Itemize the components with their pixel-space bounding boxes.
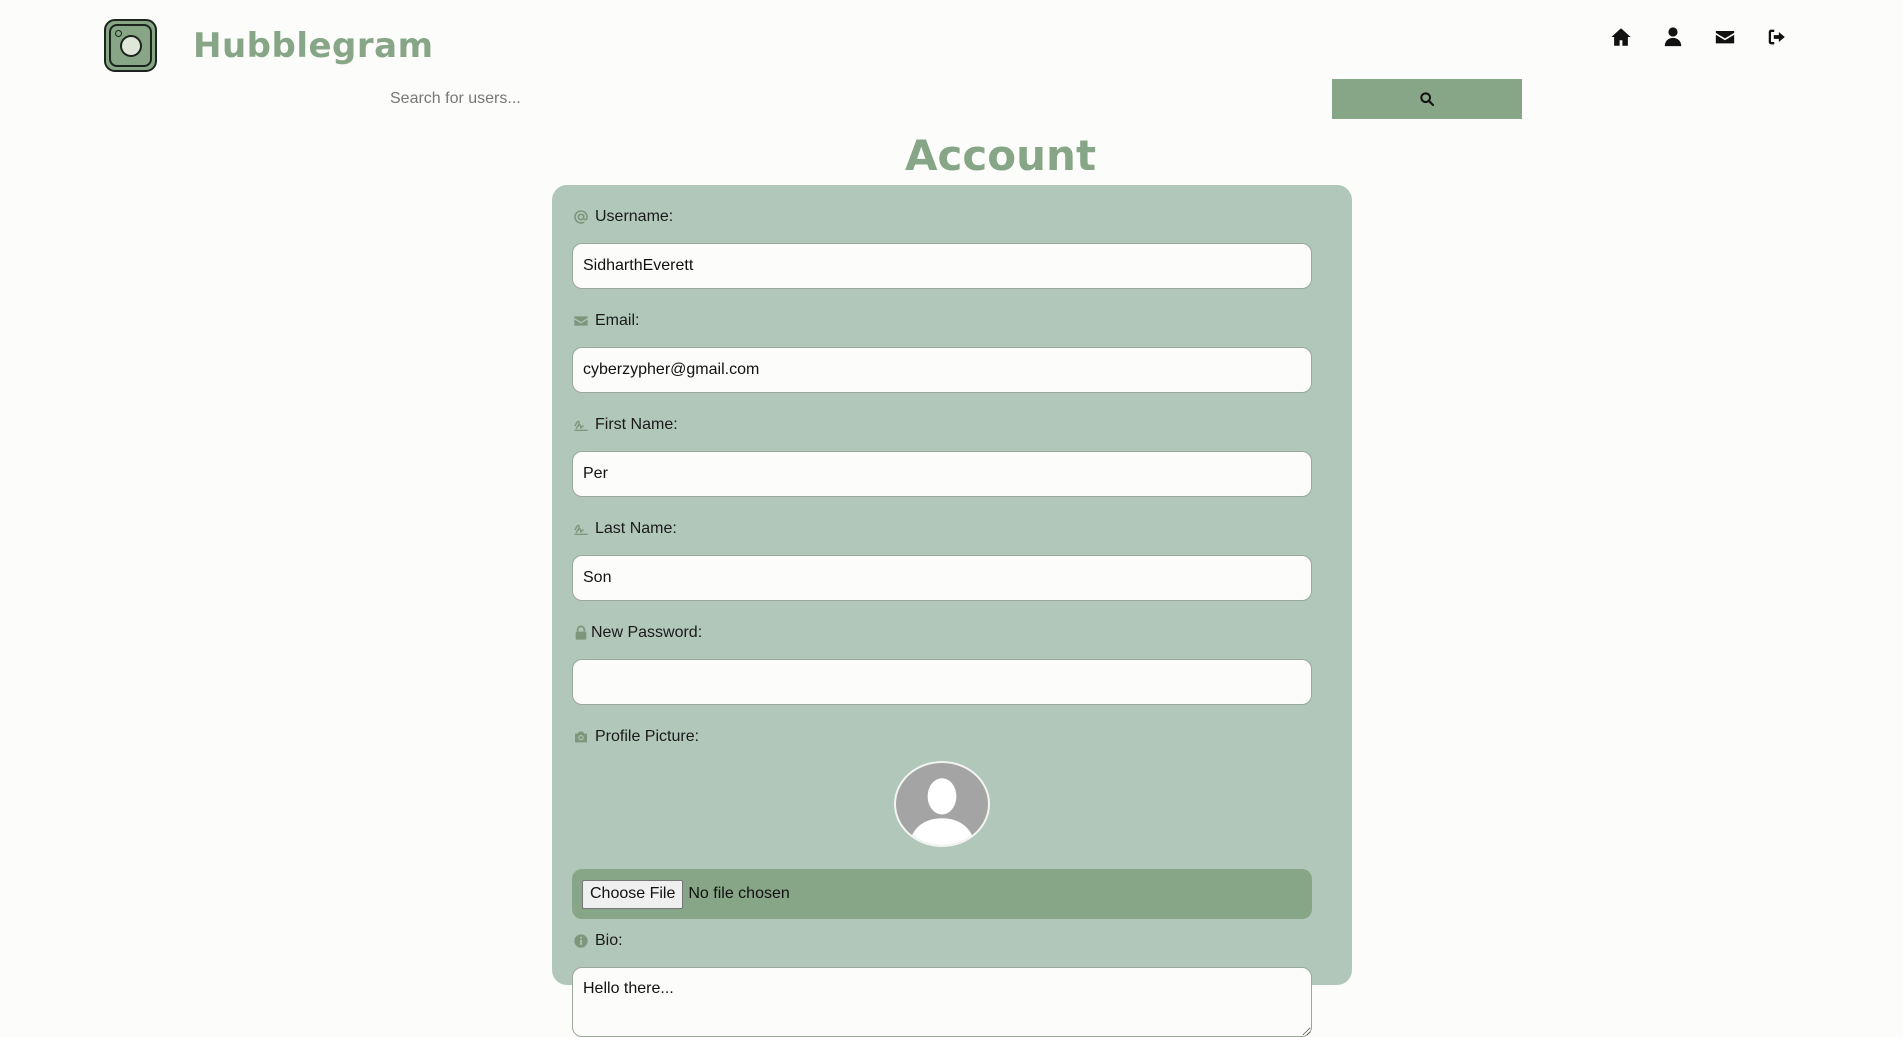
- bio-field[interactable]: Hello there...: [572, 967, 1312, 1037]
- sign-out-icon[interactable]: [1766, 26, 1788, 48]
- brand-name[interactable]: Hubblegram: [193, 26, 434, 66]
- search-bar: [376, 79, 1522, 119]
- bio-label: Bio:: [572, 931, 1312, 951]
- logo[interactable]: [104, 19, 157, 72]
- info-circle-icon: [572, 933, 589, 949]
- email-label-text: Email:: [595, 312, 640, 329]
- new-password-label-text: New Password:: [591, 624, 703, 641]
- home-icon[interactable]: [1610, 26, 1632, 48]
- username-label-text: Username:: [595, 208, 674, 225]
- camera-icon: [572, 729, 589, 745]
- envelope-icon[interactable]: [1714, 26, 1736, 48]
- search-input[interactable]: [376, 79, 1332, 119]
- page-title: Account: [904, 131, 1097, 180]
- envelope-icon: [572, 313, 589, 329]
- last-name-label-text: Last Name:: [595, 520, 677, 537]
- avatar: [894, 761, 990, 847]
- account-form: Username: Email: First Name: Last Name: …: [552, 185, 1352, 1037]
- username-label: Username:: [572, 207, 1312, 227]
- file-upload: Choose File No file chosen: [572, 869, 1312, 919]
- page-title-wrap: Account: [0, 131, 1903, 180]
- search-button[interactable]: [1332, 79, 1522, 119]
- avatar-placeholder-icon: [909, 778, 975, 845]
- bio-label-text: Bio:: [595, 932, 623, 949]
- file-status: No file chosen: [688, 885, 790, 902]
- email-label: Email:: [572, 311, 1312, 331]
- first-name-label-text: First Name:: [595, 416, 678, 433]
- lock-icon: [572, 625, 589, 641]
- new-password-label: New Password:: [572, 623, 1312, 643]
- first-name-field[interactable]: [572, 451, 1312, 497]
- choose-file-button[interactable]: Choose File: [582, 879, 684, 909]
- last-name-field[interactable]: [572, 555, 1312, 601]
- at-icon: [572, 209, 589, 225]
- top-nav: [1610, 26, 1788, 48]
- username-field[interactable]: [572, 243, 1312, 289]
- new-password-field[interactable]: [572, 659, 1312, 705]
- avatar-wrap: [572, 761, 1312, 847]
- logo-lens: [119, 34, 142, 57]
- email-field[interactable]: [572, 347, 1312, 393]
- last-name-label: Last Name:: [572, 519, 1312, 539]
- first-name-label: First Name:: [572, 415, 1312, 435]
- logo-flash-dot: [115, 30, 122, 37]
- search-icon: [1420, 92, 1435, 107]
- profile-picture-label: Profile Picture:: [572, 727, 1312, 747]
- profile-picture-label-text: Profile Picture:: [595, 728, 700, 745]
- user-icon[interactable]: [1662, 26, 1684, 48]
- signature-icon: [572, 521, 589, 537]
- signature-icon: [572, 417, 589, 433]
